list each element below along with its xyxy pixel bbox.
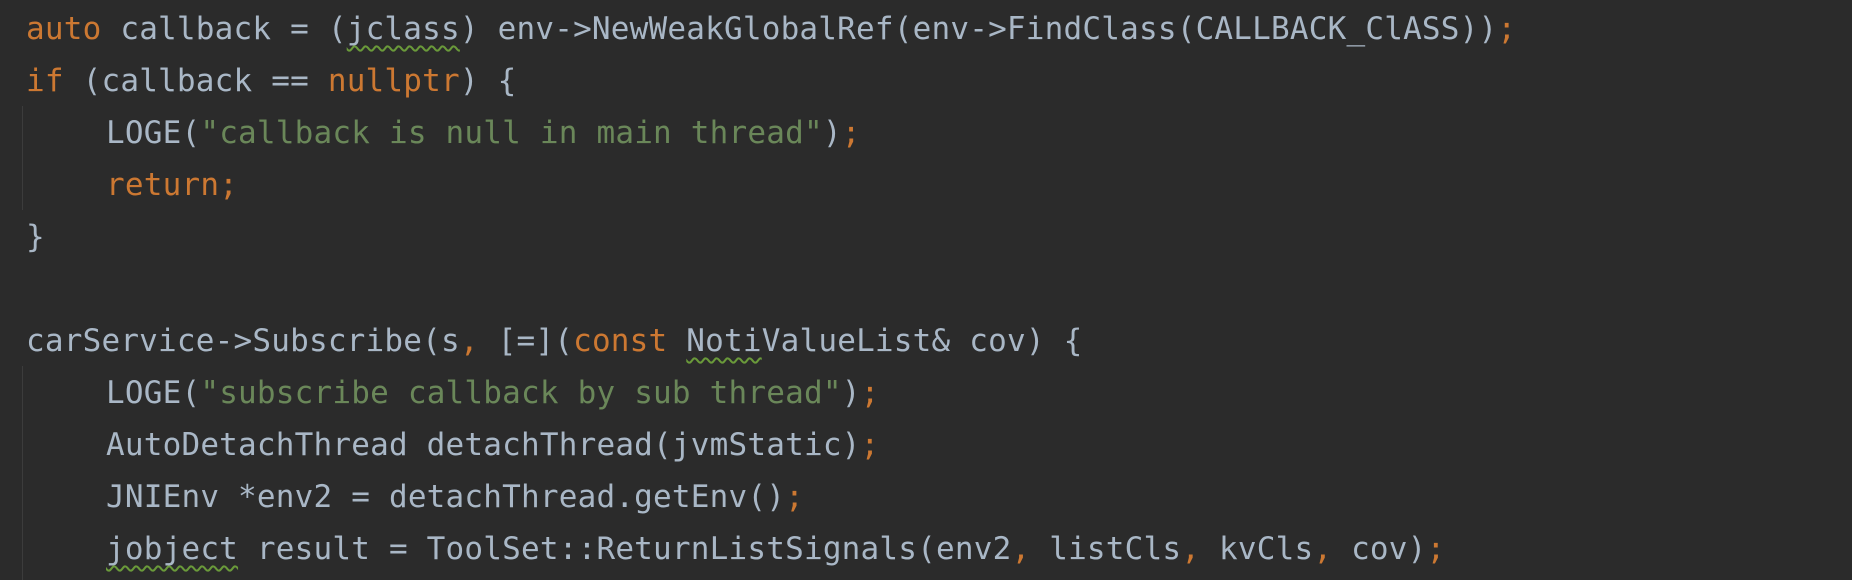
code-token: carService->Subscribe(s (26, 323, 460, 359)
code-token: "callback is null in main thread" (200, 115, 823, 151)
code-editor[interactable]: auto callback = (jclass) env->NewWeakGlo… (0, 0, 1852, 580)
code-token: ; (860, 375, 880, 411)
code-token: return; (106, 167, 239, 203)
code-line[interactable]: JNIEnv *env2 = detachThread.getEnv(); (26, 471, 804, 523)
code-token: kvCls (1200, 531, 1314, 567)
code-token: ) { (459, 63, 517, 99)
code-token: LOGE( (106, 115, 201, 151)
code-token: ; (841, 115, 861, 151)
code-line[interactable]: jobject result = ToolSet::ReturnListSign… (26, 523, 1445, 575)
code-token: , (459, 323, 479, 359)
code-token: (callback == (63, 63, 328, 99)
code-token: ; (785, 479, 804, 515)
code-token: ; (1497, 11, 1517, 47)
code-line[interactable]: carService->Subscribe(s, [=](const NotiV… (26, 315, 1082, 367)
code-token: ValueList& cov) { (761, 323, 1083, 359)
code-token: ) (822, 115, 842, 151)
code-token: jobject (106, 531, 239, 567)
code-token: LOGE( (106, 375, 201, 411)
code-line[interactable]: auto callback = (jclass) env->NewWeakGlo… (26, 3, 1516, 55)
code-token: [=]( (478, 323, 574, 359)
code-line[interactable]: if (callback == nullptr) { (26, 55, 516, 107)
indent-guide (22, 106, 23, 210)
code-token: result = ToolSet::ReturnListSignals(env2 (238, 531, 1012, 567)
code-token: Noti (686, 323, 762, 359)
code-token: if (26, 63, 64, 99)
code-line[interactable]: AutoDetachThread detachThread(jvmStatic)… (26, 419, 879, 471)
code-token: const (573, 323, 668, 359)
code-token: cov) (1332, 531, 1427, 567)
code-token: "subscribe callback by sub thread" (200, 375, 842, 411)
code-token: , (1181, 531, 1201, 567)
code-token: auto (26, 11, 102, 47)
code-token: ; (860, 427, 880, 463)
code-line[interactable]: } (26, 211, 45, 263)
code-line[interactable]: LOGE("callback is null in main thread"); (26, 107, 861, 159)
code-token: , (1011, 531, 1031, 567)
code-token: listCls (1030, 531, 1182, 567)
code-token: JNIEnv *env2 = detachThread.getEnv() (106, 479, 786, 515)
indent-guide (22, 366, 23, 580)
code-line[interactable]: LOGE("subscribe callback by sub thread")… (26, 367, 879, 419)
code-line[interactable]: return; (26, 159, 238, 211)
code-token: jclass (346, 11, 460, 47)
code-token: nullptr (327, 63, 460, 99)
code-token: ) (841, 375, 861, 411)
code-token: ; (1426, 531, 1446, 567)
code-token: AutoDetachThread detachThread(jvmStatic) (106, 427, 861, 463)
code-token: , (1313, 531, 1333, 567)
code-token: callback = ( (101, 11, 347, 47)
code-token: } (26, 219, 45, 255)
code-token: ) env->NewWeakGlobalRef(env->FindClass(C… (459, 11, 1498, 47)
